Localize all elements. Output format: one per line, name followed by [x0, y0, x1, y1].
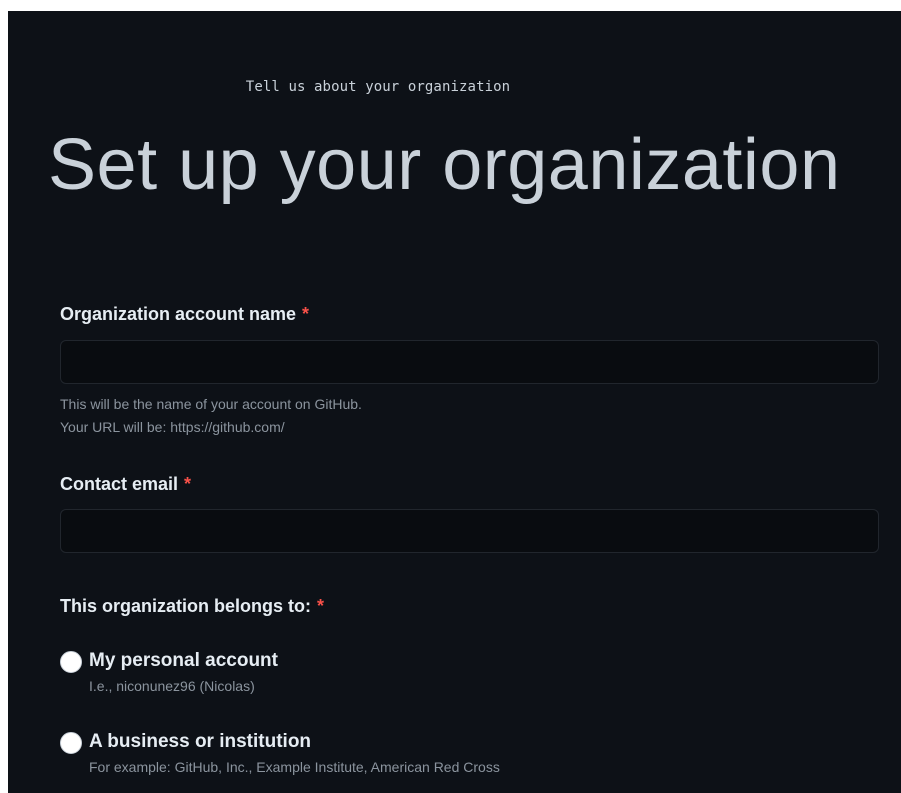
contact-email-input[interactable]	[60, 509, 879, 553]
belongs-to-label-text: This organization belongs to:	[60, 596, 311, 616]
personal-account-title[interactable]: My personal account	[89, 648, 278, 674]
org-name-label-text: Organization account name	[60, 304, 297, 324]
belongs-to-label: This organization belongs to: *	[60, 596, 324, 617]
business-institution-title[interactable]: A business or institution	[89, 729, 500, 755]
business-institution-description: For example: GitHub, Inc., Example Insti…	[89, 759, 500, 775]
contact-email-label-text: Contact email	[60, 474, 179, 494]
required-marker: *	[302, 304, 310, 324]
personal-account-radio[interactable]	[60, 651, 82, 673]
personal-account-description: I.e., niconunez96 (Nicolas)	[89, 678, 255, 694]
kicker-text: Tell us about your organization	[245, 79, 511, 95]
setup-organization-panel: Tell us about your organization Set up y…	[8, 11, 901, 793]
required-marker: *	[317, 596, 325, 616]
personal-account-text: My personal account I.e., niconunez96 (N…	[89, 648, 278, 697]
page-title: Set up your organization	[48, 125, 841, 205]
option-personal-account[interactable]: My personal account I.e., niconunez96 (N…	[60, 648, 278, 697]
business-institution-text: A business or institution For example: G…	[89, 729, 500, 778]
contact-email-label: Contact email *	[60, 474, 191, 495]
org-name-hint-line1: This will be the name of your account on…	[60, 396, 362, 412]
org-name-url-hint: Your URL will be: https://github.com/	[60, 419, 285, 435]
business-institution-radio[interactable]	[60, 732, 82, 754]
org-name-input[interactable]	[60, 340, 879, 384]
org-name-hint: This will be the name of your account on…	[60, 393, 362, 439]
option-business-institution[interactable]: A business or institution For example: G…	[60, 729, 500, 778]
org-name-label: Organization account name *	[60, 304, 309, 325]
required-marker: *	[184, 474, 192, 494]
